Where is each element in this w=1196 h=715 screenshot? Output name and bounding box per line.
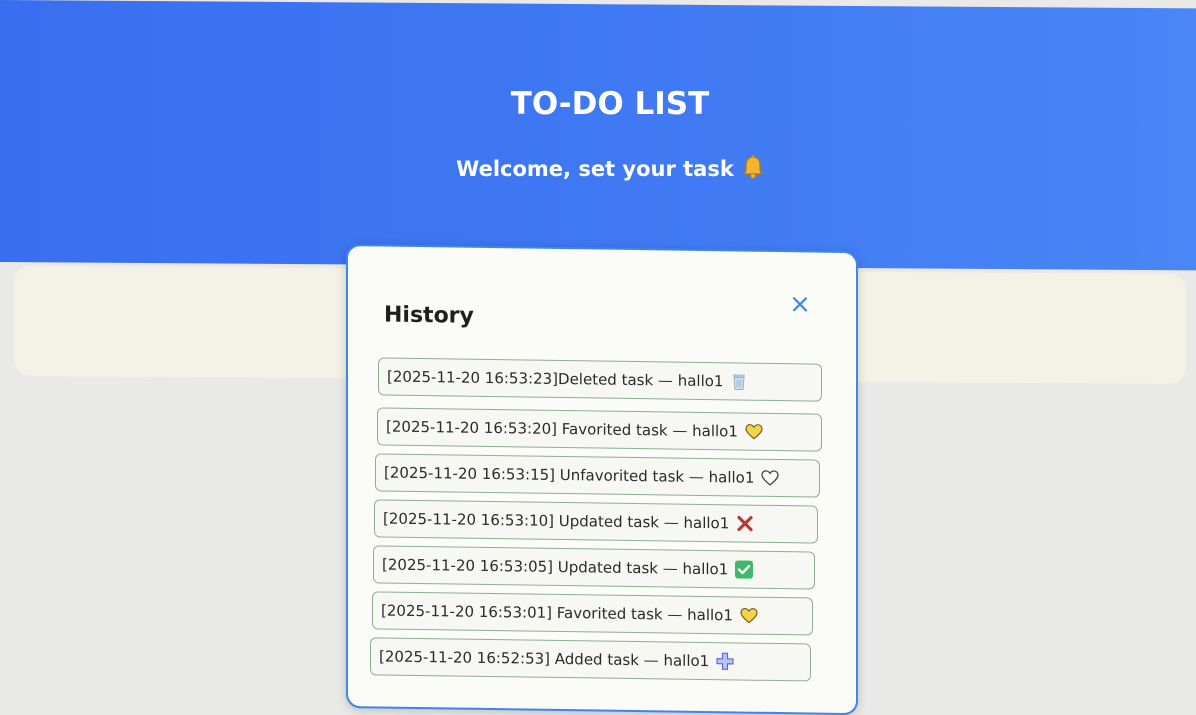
- cross-mark-icon: [735, 513, 755, 533]
- history-item-text: [2025-11-20 16:53:05] Updated task — hal…: [382, 555, 729, 579]
- history-item-text: [2025-11-20 16:53:10] Updated task — hal…: [383, 509, 730, 533]
- bell-icon: [742, 155, 764, 184]
- history-item-text: [2025-11-20 16:53:01] Favorited task — h…: [381, 601, 733, 625]
- history-item-text: [2025-11-20 16:52:53] Added task — hallo…: [379, 647, 710, 671]
- header-banner: [0, 0, 1196, 271]
- trash-icon: [729, 371, 749, 391]
- history-item: [2025-11-20 16:53:10] Updated task — hal…: [374, 499, 818, 544]
- history-item-text: [2025-11-20 16:53:23]Deleted task — hall…: [387, 367, 724, 391]
- welcome-text: Welcome, set your task: [456, 157, 734, 181]
- history-item: [2025-11-20 16:53:01] Favorited task — h…: [372, 591, 813, 636]
- history-modal: History [2025-11-20 16:53:23]Deleted tas…: [346, 244, 858, 715]
- history-item: [2025-11-20 16:53:20] Favorited task — h…: [377, 407, 822, 452]
- history-item: [2025-11-20 16:53:05] Updated task — hal…: [373, 545, 815, 590]
- history-item-text: [2025-11-20 16:53:15] Unfavorited task —…: [384, 463, 755, 487]
- welcome-message: Welcome, set your task: [0, 155, 1196, 184]
- history-item-text: [2025-11-20 16:53:20] Favorited task — h…: [386, 417, 738, 441]
- white-heart-icon: [760, 468, 780, 488]
- plus-icon: [715, 651, 735, 671]
- check-mark-icon: [734, 559, 754, 579]
- history-item: [2025-11-20 16:52:53] Added task — hallo…: [370, 637, 811, 682]
- history-item: [2025-11-20 16:53:23]Deleted task — hall…: [378, 357, 822, 402]
- history-item: [2025-11-20 16:53:15] Unfavorited task —…: [375, 453, 820, 498]
- yellow-heart-icon: [739, 605, 759, 625]
- history-list: [2025-11-20 16:53:23]Deleted task — hall…: [348, 246, 856, 713]
- page-title: TO-DO LIST: [510, 86, 710, 122]
- yellow-heart-icon: [744, 422, 764, 442]
